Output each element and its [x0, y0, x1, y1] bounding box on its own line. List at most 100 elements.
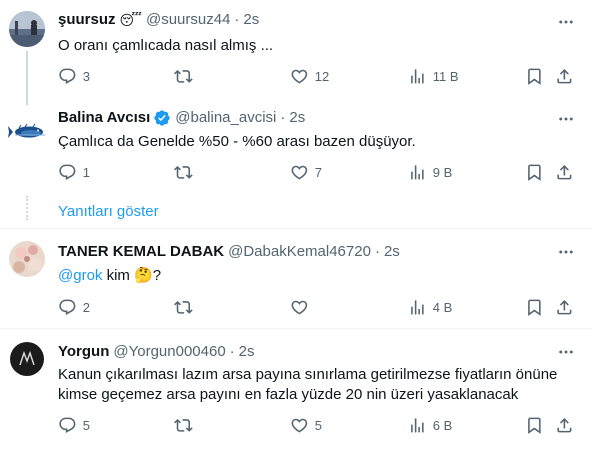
retweet-button[interactable]: [174, 415, 199, 435]
share-button[interactable]: [555, 162, 574, 182]
display-name[interactable]: Yorgun: [58, 342, 109, 362]
share-icon: [555, 67, 574, 86]
reply-button[interactable]: 3: [58, 66, 90, 86]
reply-icon: [58, 67, 77, 86]
views-icon: [408, 416, 427, 435]
like-button[interactable]: [290, 297, 315, 317]
action-bar: 2 4 B: [50, 297, 577, 317]
user-handle[interactable]: @suursuz44: [146, 10, 230, 30]
heart-icon: [290, 67, 309, 86]
heart-icon: [290, 163, 309, 182]
views-count: 4 B: [432, 299, 453, 315]
tweet-text-rest: kim 🤔?: [102, 267, 162, 284]
reply-count: 3: [82, 68, 90, 84]
tweet-header: Yorgun @Yorgun000460 · 2s: [58, 342, 255, 362]
heart-icon: [290, 298, 309, 317]
tweet-text: O oranı çamlıcada nasıl almış ...: [58, 37, 274, 54]
bookmark-icon: [525, 67, 544, 86]
tweet-header: Balina Avcısı @balina_avcisi · 2s: [58, 108, 305, 128]
retweet-button[interactable]: [174, 66, 199, 86]
user-handle[interactable]: @balina_avcisi: [175, 108, 276, 128]
action-bar: 5 5 6 B: [50, 415, 577, 435]
avatar[interactable]: [9, 241, 45, 277]
bookmark-button[interactable]: [525, 297, 544, 317]
views-icon: [408, 163, 427, 182]
dot-separator: ·: [280, 109, 286, 126]
reply-icon: [58, 163, 77, 182]
show-replies-link[interactable]: Yanıtları göster: [58, 202, 159, 222]
share-button[interactable]: [555, 297, 574, 317]
retweet-icon: [174, 67, 193, 86]
thread-line: [26, 51, 28, 105]
views-count: 6 B: [432, 417, 453, 433]
bookmark-icon: [525, 298, 544, 317]
tweet-yorgun[interactable]: Yorgun @Yorgun000460 · 2s Kanun çıkarılm…: [0, 329, 593, 451]
tweet-taner-kemal-dabak[interactable]: TANER KEMAL DABAK @DabakKemal46720 · 2s …: [0, 229, 593, 328]
display-name[interactable]: TANER KEMAL DABAK: [58, 242, 224, 262]
heart-icon: [290, 416, 309, 435]
reply-button[interactable]: 1: [58, 162, 90, 182]
share-icon: [555, 163, 574, 182]
reply-count: 1: [82, 164, 90, 180]
more-icon[interactable]: [557, 110, 575, 128]
thread-dots: [26, 196, 28, 220]
reply-count: 2: [82, 299, 90, 315]
reply-icon: [58, 416, 77, 435]
views-button[interactable]: 4 B: [408, 297, 452, 317]
tweet-header: şuursuz 😴 @suursuz44 · 2s: [58, 10, 259, 30]
timestamp[interactable]: 2s: [243, 10, 259, 30]
views-button[interactable]: 6 B: [408, 415, 452, 435]
retweet-icon: [174, 163, 193, 182]
dot-separator: ·: [374, 243, 380, 260]
like-button[interactable]: 12: [290, 66, 329, 86]
tweet-text-line-2: kimse geçemez arsa payını en fazla yüzde…: [58, 386, 519, 403]
reply-icon: [58, 298, 77, 317]
tweet-suursuz[interactable]: şuursuz 😴 @suursuz44 · 2s O oranı çamlıc…: [0, 0, 593, 108]
share-button[interactable]: [555, 415, 574, 435]
user-handle[interactable]: @Yorgun000460: [113, 342, 225, 362]
tweet-text: @grok kim 🤔?: [58, 266, 161, 286]
mention-link[interactable]: @grok: [58, 267, 102, 284]
avatar[interactable]: [7, 111, 49, 153]
like-button[interactable]: 5: [290, 415, 322, 435]
user-handle[interactable]: @DabakKemal46720: [228, 242, 371, 262]
retweet-icon: [174, 298, 193, 317]
bookmark-button[interactable]: [525, 162, 544, 182]
retweet-icon: [174, 416, 193, 435]
share-button[interactable]: [555, 66, 574, 86]
bookmark-button[interactable]: [525, 415, 544, 435]
tweet-balina-avcisi[interactable]: Balina Avcısı @balina_avcisi · 2s Çamlıc…: [0, 108, 593, 192]
more-icon[interactable]: [557, 243, 575, 261]
views-button[interactable]: 9 B: [408, 162, 452, 182]
timestamp[interactable]: 2s: [384, 242, 400, 262]
tweet-text: Çamlıca da Genelde %50 - %60 arası bazen…: [58, 133, 416, 150]
more-icon[interactable]: [557, 343, 575, 361]
bookmark-icon: [525, 416, 544, 435]
reply-button[interactable]: 2: [58, 297, 90, 317]
display-name[interactable]: Balina Avcısı: [58, 108, 150, 128]
display-name[interactable]: şuursuz: [58, 10, 116, 30]
more-icon[interactable]: [557, 13, 575, 31]
bookmark-button[interactable]: [525, 66, 544, 86]
retweet-button[interactable]: [174, 297, 199, 317]
dot-separator: ·: [229, 343, 235, 360]
avatar[interactable]: [9, 11, 45, 47]
tweet-header: TANER KEMAL DABAK @DabakKemal46720 · 2s: [58, 242, 400, 262]
share-icon: [555, 298, 574, 317]
like-count: 5: [314, 417, 322, 433]
views-button[interactable]: 11 B: [408, 66, 459, 86]
action-bar: 1 7 9 B: [50, 162, 577, 182]
timestamp[interactable]: 2s: [239, 342, 255, 362]
views-count: 9 B: [432, 164, 453, 180]
like-count: 12: [314, 68, 330, 84]
verified-badge-icon: [153, 109, 171, 127]
action-bar: 3 12 11 B: [50, 66, 577, 86]
timestamp[interactable]: 2s: [289, 108, 305, 128]
views-count: 11 B: [432, 68, 459, 84]
avatar[interactable]: [9, 341, 45, 377]
retweet-button[interactable]: [174, 162, 199, 182]
reply-button[interactable]: 5: [58, 415, 90, 435]
sleeping-emoji: 😴: [119, 12, 142, 28]
like-button[interactable]: 7: [290, 162, 322, 182]
views-icon: [408, 67, 427, 86]
